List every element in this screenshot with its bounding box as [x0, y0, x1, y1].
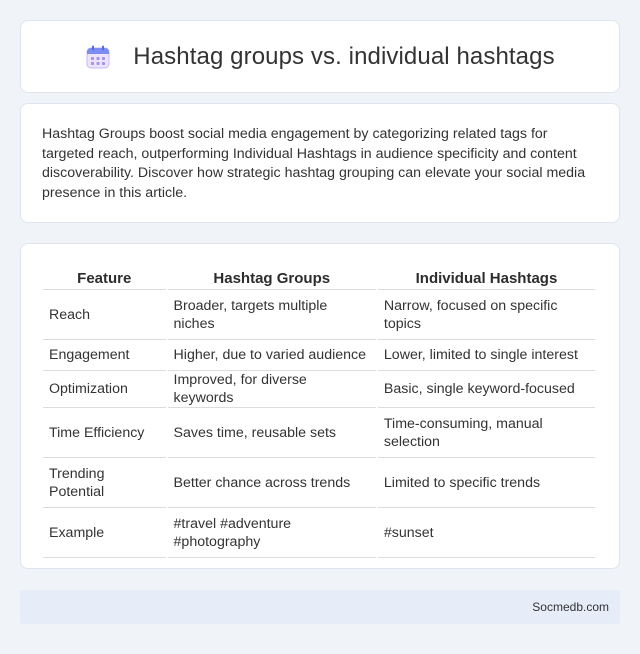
cell-hashtag-groups: Better chance across trends — [167, 458, 376, 508]
intro-text: Hashtag Groups boost social media engage… — [42, 126, 586, 201]
cell-individual-hashtags: Limited to specific trends — [377, 458, 595, 508]
footer-site-link[interactable]: Socmedb.com — [532, 600, 609, 614]
table-header-row: Feature Hashtag Groups Individual Hashta… — [43, 266, 595, 290]
footer: Socmedb.com — [20, 590, 620, 624]
cell-hashtag-groups: Broader, targets multiple niches — [167, 290, 376, 340]
table-row: Engagement Higher, due to varied audienc… — [43, 340, 595, 371]
cell-feature: Reach — [43, 290, 166, 340]
header-individual-hashtags: Individual Hashtags — [377, 266, 595, 290]
cell-individual-hashtags: Lower, limited to single interest — [377, 340, 595, 371]
cell-feature: Engagement — [43, 340, 166, 371]
header-feature: Feature — [43, 266, 166, 290]
cell-feature: Time Efficiency — [43, 408, 166, 458]
cell-hashtag-groups: Improved, for diverse keywords — [167, 371, 376, 408]
table-row: Reach Broader, targets multiple niches N… — [43, 290, 595, 340]
cell-individual-hashtags: Time-consuming, manual selection — [377, 408, 595, 458]
comparison-card: Feature Hashtag Groups Individual Hashta… — [20, 243, 620, 569]
table-row: Time Efficiency Saves time, reusable set… — [43, 408, 595, 458]
table-row: Example #travel #adventure #photography … — [43, 508, 595, 558]
page-title: Hashtag groups vs. individual hashtags — [133, 42, 555, 70]
title-card: Hashtag groups vs. individual hashtags — [20, 20, 620, 93]
comparison-table: Feature Hashtag Groups Individual Hashta… — [41, 266, 597, 558]
cell-feature: Example — [43, 508, 166, 558]
table-row: Optimization Improved, for diverse keywo… — [43, 371, 595, 408]
cell-hashtag-groups: Higher, due to varied audience — [167, 340, 376, 371]
cell-hashtag-groups: #travel #adventure #photography — [167, 508, 376, 558]
cell-feature: Optimization — [43, 371, 166, 408]
intro-card: Hashtag Groups boost social media engage… — [20, 103, 620, 223]
cell-individual-hashtags: #sunset — [377, 508, 595, 558]
header-hashtag-groups: Hashtag Groups — [167, 266, 376, 290]
cell-individual-hashtags: Basic, single keyword-focused — [377, 371, 595, 408]
table-row: Trending Potential Better chance across … — [43, 458, 595, 508]
calendar-icon — [86, 45, 110, 68]
cell-individual-hashtags: Narrow, focused on specific topics — [377, 290, 595, 340]
cell-feature: Trending Potential — [43, 458, 166, 508]
cell-hashtag-groups: Saves time, reusable sets — [167, 408, 376, 458]
